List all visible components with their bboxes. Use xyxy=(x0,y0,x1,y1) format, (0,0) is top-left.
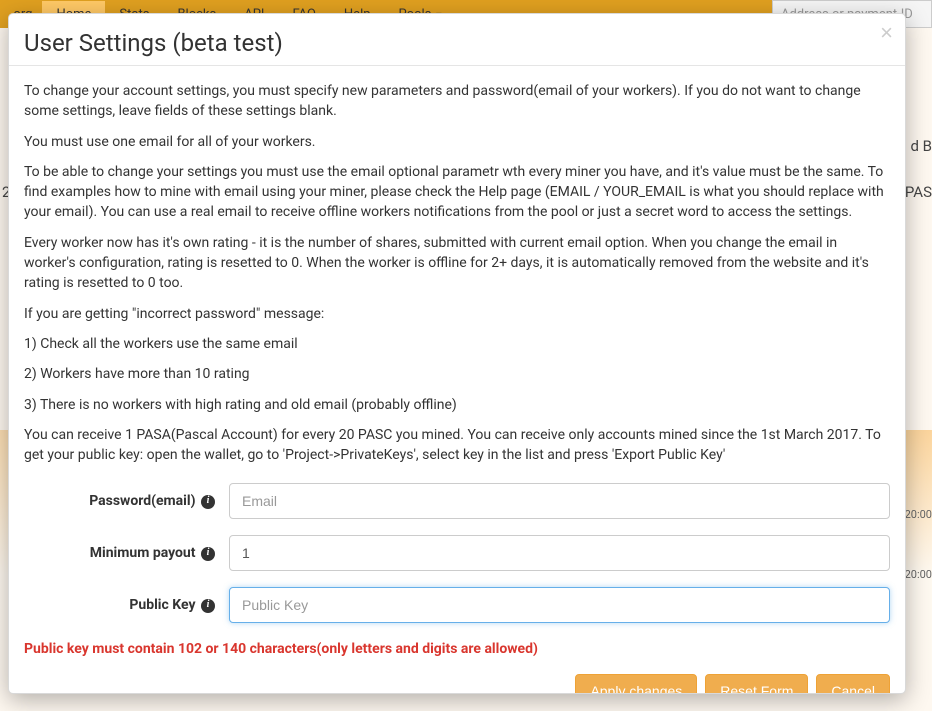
pubkey-row: Public Key i xyxy=(24,587,890,623)
intro-paragraph-5: If you are getting "incorrect password" … xyxy=(24,304,890,324)
user-settings-modal: User Settings (beta test) × To change yo… xyxy=(8,13,906,694)
intro-paragraph-9: You can receive 1 PASA(Pascal Account) f… xyxy=(24,425,890,466)
modal-title: User Settings (beta test) xyxy=(24,29,890,57)
modal-backdrop: User Settings (beta test) × To change yo… xyxy=(0,0,932,711)
info-icon[interactable]: i xyxy=(201,547,215,561)
minimum-payout-input[interactable] xyxy=(229,535,890,571)
password-input[interactable] xyxy=(229,483,890,519)
pubkey-label-text: Public Key xyxy=(129,597,195,613)
apply-changes-button[interactable]: Apply changes xyxy=(575,674,697,693)
password-label: Password(email) i xyxy=(24,491,229,511)
info-icon[interactable]: i xyxy=(201,599,215,613)
pubkey-error: Public key must contain 102 or 140 chara… xyxy=(24,639,890,659)
form-actions: Apply changes Reset Form Cancel xyxy=(24,674,890,693)
password-label-text: Password(email) xyxy=(89,493,195,509)
info-icon[interactable]: i xyxy=(201,495,215,509)
intro-paragraph-6: 1) Check all the workers use the same em… xyxy=(24,334,890,354)
payout-label: Minimum payout i xyxy=(24,543,229,563)
intro-paragraph-1: To change your account settings, you mus… xyxy=(24,81,890,122)
payout-label-text: Minimum payout xyxy=(90,545,196,561)
public-key-input[interactable] xyxy=(229,587,890,623)
modal-header: User Settings (beta test) × xyxy=(9,14,905,66)
pubkey-label: Public Key i xyxy=(24,595,229,615)
intro-paragraph-4: Every worker now has it's own rating - i… xyxy=(24,233,890,294)
intro-paragraph-3: To be able to change your settings you m… xyxy=(24,162,890,223)
payout-row: Minimum payout i xyxy=(24,535,890,571)
intro-paragraph-8: 3) There is no workers with high rating … xyxy=(24,395,890,415)
cancel-button[interactable]: Cancel xyxy=(816,674,890,693)
reset-form-button[interactable]: Reset Form xyxy=(705,674,808,693)
intro-paragraph-2: You must use one email for all of your w… xyxy=(24,132,890,152)
intro-paragraph-7: 2) Workers have more than 10 rating xyxy=(24,364,890,384)
password-row: Password(email) i xyxy=(24,483,890,519)
close-icon[interactable]: × xyxy=(880,22,893,44)
modal-body: To change your account settings, you mus… xyxy=(9,66,905,693)
